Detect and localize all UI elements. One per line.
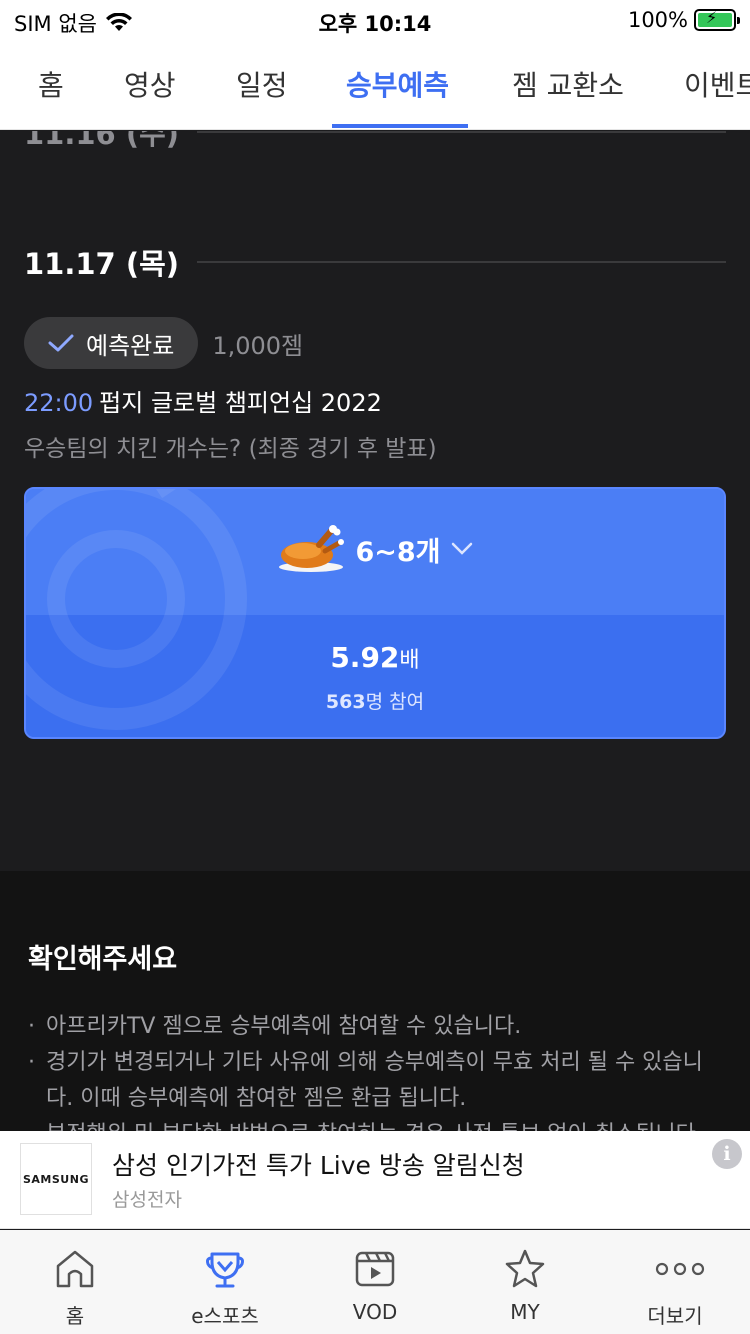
date-header: 11.17 (목) — [24, 241, 726, 283]
advertiser-logo: SAMSUNG — [20, 1143, 92, 1215]
nav-more[interactable]: 더보기 — [600, 1230, 750, 1334]
participant-count: 563명 참여 — [26, 687, 724, 714]
odds-display: 5.92배 — [26, 641, 724, 674]
nav-label: 더보기 — [647, 1304, 703, 1328]
tab-gem-exchange[interactable]: 젬 교환소 — [512, 64, 624, 104]
match-info: 22:00 펍지 글로벌 챔피언십 2022 — [24, 383, 382, 418]
nav-label: 홈 — [65, 1304, 85, 1328]
notice-section: 확인해주세요 아프리카TV 젬으로 승부예측에 참여할 수 있습니다. 경기가 … — [0, 871, 750, 1131]
status-bar: SIM 없음 오후 10:14 100% ⚡ — [0, 0, 750, 40]
odds-value: 5.92 — [330, 641, 400, 674]
notice-title: 확인해주세요 — [28, 944, 178, 975]
info-icon[interactable]: i — [712, 1139, 742, 1169]
prediction-list[interactable]: 11.16 (수) 11.17 (목) 예측완료 1,000젬 22:00 펍지 … — [0, 131, 750, 871]
ad-title: 삼성 인기가전 특가 Live 방송 알림신청 — [112, 1151, 525, 1180]
odds-unit: 배 — [399, 648, 420, 673]
bottom-nav-bar: 홈 e스포츠 VOD MY 더보기 — [0, 1230, 750, 1334]
notice-item: 아프리카TV 젬으로 승부예측에 참여할 수 있습니다. — [28, 1009, 722, 1045]
participant-number: 563 — [325, 691, 366, 713]
battery-percent: 100% — [627, 8, 688, 32]
nav-label: MY — [510, 1300, 540, 1324]
notice-list: 아프리카TV 젬으로 승부예측에 참여할 수 있습니다. 경기가 변경되거나 기… — [28, 1009, 722, 1131]
notice-item: 부정행위 및 부당한 방법으로 참여하는 경우 사전 통보 없이 취소됩니다. — [28, 1117, 722, 1131]
nav-esports[interactable]: e스포츠 — [150, 1230, 300, 1334]
date-label: 11.16 (수) — [24, 131, 180, 151]
tab-schedule[interactable]: 일정 — [236, 64, 288, 104]
roast-chicken-icon — [279, 525, 345, 572]
nav-vod[interactable]: VOD — [300, 1230, 450, 1334]
tab-prediction[interactable]: 승부예측 — [346, 64, 449, 104]
prediction-question: 우승팀의 치킨 개수는? (최종 경기 후 발표) — [24, 436, 437, 462]
divider — [197, 131, 726, 133]
prediction-done-badge: 예측완료 — [24, 317, 199, 369]
match-time: 22:00 — [24, 389, 94, 417]
advertiser-name: 삼성전자 — [112, 1189, 182, 1211]
chevron-down-icon — [451, 542, 472, 555]
more-icon — [655, 1262, 705, 1276]
participant-unit: 명 참여 — [365, 691, 425, 713]
star-icon — [505, 1249, 545, 1288]
active-tab-indicator — [332, 124, 468, 128]
check-icon — [48, 334, 74, 352]
trophy-icon — [206, 1252, 244, 1288]
status-label: 예측완료 — [86, 331, 175, 360]
top-tab-bar: 홈 영상 일정 승부예측 젬 교환소 이벤트 — [0, 40, 750, 130]
date-header-prev: 11.16 (수) — [24, 131, 726, 153]
home-icon — [56, 1250, 94, 1288]
match-name: 펍지 글로벌 챔피언십 2022 — [99, 389, 382, 417]
prediction-choice-dropdown[interactable]: 6~8개 — [26, 523, 724, 575]
battery-icon: ⚡ — [694, 8, 740, 31]
tab-video[interactable]: 영상 — [124, 64, 176, 104]
nav-label: VOD — [352, 1300, 398, 1324]
gem-amount: 1,000젬 — [212, 331, 304, 360]
divider — [197, 261, 726, 263]
nav-my[interactable]: MY — [450, 1230, 600, 1334]
tab-home[interactable]: 홈 — [38, 64, 64, 104]
nav-label: e스포츠 — [191, 1304, 259, 1328]
prediction-card[interactable]: 6~8개 5.92배 563명 참여 — [24, 487, 726, 739]
choice-label: 6~8개 — [355, 536, 441, 568]
battery-status: 100% ⚡ — [627, 8, 740, 32]
prediction-status-row: 예측완료 1,000젬 — [24, 317, 303, 369]
ad-banner[interactable]: SAMSUNG 삼성 인기가전 특가 Live 방송 알림신청 삼성전자 i — [0, 1131, 750, 1229]
nav-home[interactable]: 홈 — [0, 1230, 150, 1334]
tab-event[interactable]: 이벤트 — [684, 64, 750, 104]
notice-item: 경기가 변경되거나 기타 사유에 의해 승부예측이 무효 처리 될 수 있습니다… — [28, 1045, 722, 1117]
date-label: 11.17 (목) — [24, 247, 180, 281]
vod-icon — [355, 1251, 395, 1287]
